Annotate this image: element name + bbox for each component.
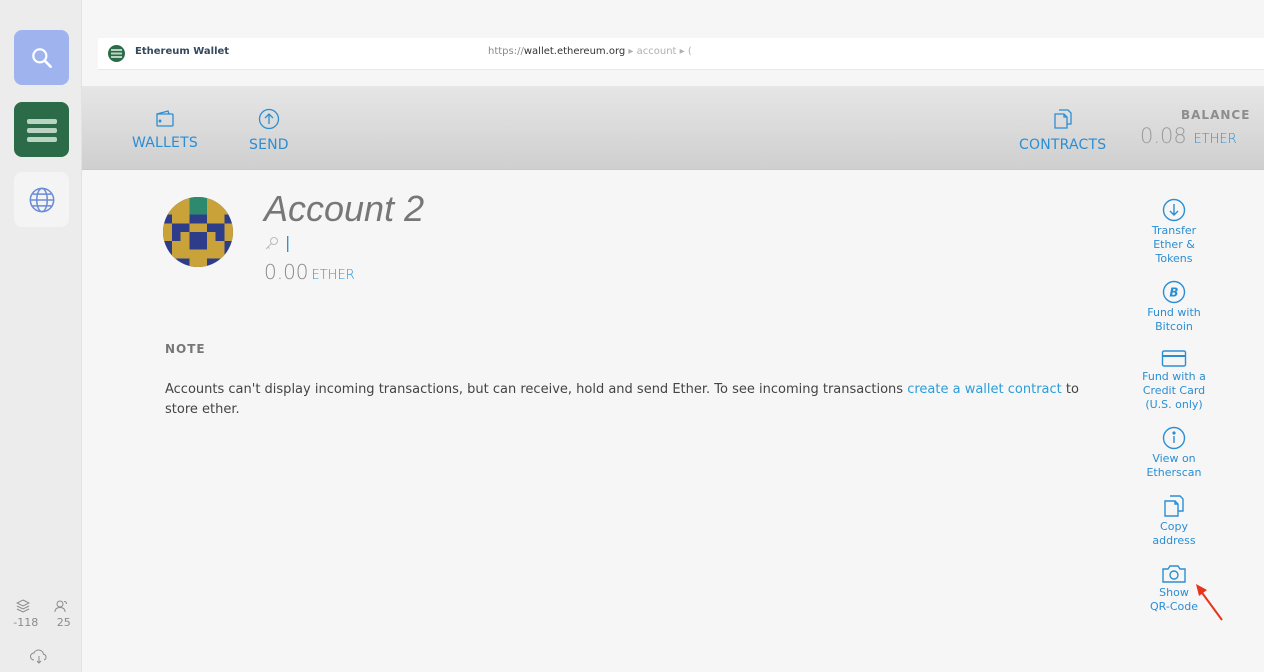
balance-label: BALANCE bbox=[1181, 108, 1251, 122]
view-etherscan-button[interactable]: View on Etherscan bbox=[1122, 426, 1226, 480]
account-identicon bbox=[163, 197, 233, 267]
key-icon bbox=[265, 236, 278, 249]
browse-button[interactable] bbox=[14, 172, 69, 227]
contracts-icon bbox=[1054, 109, 1072, 129]
search-button[interactable] bbox=[14, 30, 69, 85]
balance-unit: ETHER bbox=[1193, 132, 1237, 147]
peers-icon bbox=[54, 600, 67, 613]
fund-card-label: Fund with a Credit Card (U.S. only) bbox=[1142, 370, 1206, 411]
info-icon bbox=[1162, 426, 1186, 450]
credit-card-icon bbox=[1161, 350, 1187, 367]
nav-contracts[interactable]: CONTRACTS bbox=[1019, 108, 1106, 153]
wallet-nav-bar: WALLETS SEND CONTRACTS BALANCE 0.08 ETHE… bbox=[82, 86, 1264, 170]
copy-address-label: Copy address bbox=[1152, 520, 1196, 547]
transfer-tokens-button[interactable]: Transfer Ether & Tokens bbox=[1122, 198, 1226, 266]
svg-text:B: B bbox=[1169, 286, 1178, 300]
fund-credit-card-button[interactable]: Fund with a Credit Card (U.S. only) bbox=[1122, 348, 1226, 412]
url-text[interactable]: https://wallet.ethereum.org ▸ account ▸ … bbox=[488, 46, 692, 57]
account-balance: 0.00 ETHER bbox=[264, 260, 355, 284]
copy-icon bbox=[1164, 495, 1184, 517]
url-prefix: https:// bbox=[488, 46, 524, 57]
bitcoin-icon: B bbox=[1162, 280, 1186, 304]
nav-send-label: SEND bbox=[249, 137, 289, 153]
url-bar[interactable]: Ethereum Wallet https://wallet.ethereum.… bbox=[98, 38, 1264, 70]
note-text: Accounts can't display incoming transact… bbox=[165, 382, 1079, 417]
url-host: wallet.ethereum.org bbox=[523, 46, 626, 57]
copy-address-button[interactable]: Copy address bbox=[1122, 494, 1226, 548]
tab-title: Ethereum Wallet bbox=[135, 46, 230, 57]
account-address-row: | bbox=[265, 233, 290, 252]
balance-amount: 0.08 ETHER bbox=[1140, 124, 1237, 148]
arrow-down-circle-icon bbox=[1162, 198, 1186, 222]
address-cursor: | bbox=[285, 233, 291, 252]
wallet-app-icon bbox=[26, 118, 57, 142]
note-heading: NOTE bbox=[165, 342, 206, 356]
camera-icon bbox=[1162, 565, 1186, 583]
fund-bitcoin-label: Fund with Bitcoin bbox=[1147, 306, 1201, 333]
nav-wallets-label: WALLETS bbox=[132, 135, 198, 151]
arrow-up-circle-icon bbox=[258, 108, 280, 130]
nav-send[interactable]: SEND bbox=[249, 108, 289, 153]
account-name[interactable]: Account 2 bbox=[264, 188, 424, 230]
wallet-icon bbox=[156, 110, 174, 127]
app-sidebar: -118 25 bbox=[0, 0, 82, 672]
fund-bitcoin-button[interactable]: B Fund with Bitcoin bbox=[1122, 280, 1226, 334]
transfer-label: Transfer Ether & Tokens bbox=[1151, 224, 1197, 265]
url-path: ▸ account ▸ ( bbox=[625, 46, 692, 57]
account-actions: Transfer Ether & Tokens B Fund with Bitc… bbox=[1122, 198, 1226, 628]
create-wallet-contract-link[interactable]: create a wallet contract bbox=[907, 382, 1062, 397]
annotation-arrow-icon bbox=[1196, 584, 1223, 621]
total-balance: BALANCE 0.08 ETHER bbox=[1134, 108, 1264, 148]
account-balance-unit: ETHER bbox=[311, 268, 355, 283]
block-count: -118 bbox=[13, 615, 39, 629]
layers-icon bbox=[16, 599, 30, 613]
etherscan-label: View on Etherscan bbox=[1146, 452, 1202, 479]
search-icon bbox=[31, 47, 52, 68]
wallet-app-button[interactable] bbox=[14, 102, 69, 157]
cloud-sync-icon bbox=[30, 649, 47, 664]
network-stats: -118 25 bbox=[4, 598, 80, 630]
peer-count: 25 bbox=[56, 615, 71, 629]
nav-contracts-label: CONTRACTS bbox=[1019, 137, 1107, 153]
globe-icon bbox=[29, 187, 54, 212]
wallet-favicon-icon bbox=[108, 45, 125, 62]
nav-wallets[interactable]: WALLETS bbox=[132, 108, 198, 151]
